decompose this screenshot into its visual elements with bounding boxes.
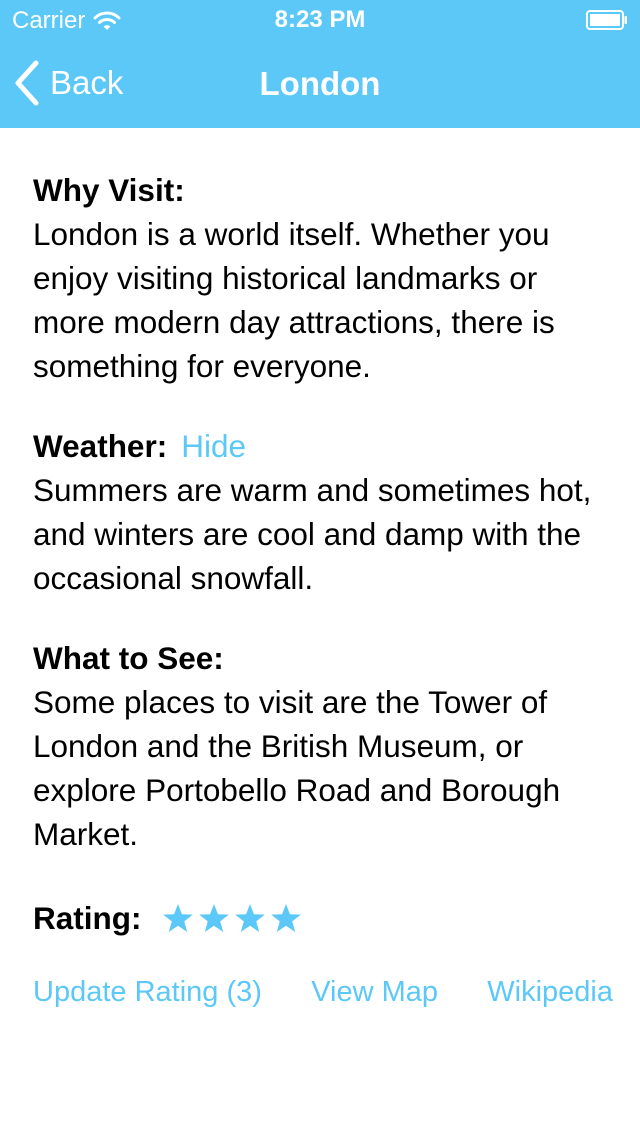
star-icon [163,904,194,932]
rating-label: Rating: [33,900,142,936]
what-to-see-section: What to See: Some places to visit are th… [33,636,613,856]
status-bar: Carrier 8:23 PM [0,0,640,40]
update-rating-button[interactable]: Update Rating (3) [33,976,262,1009]
why-visit-text: London is a world itself. Whether you en… [33,216,555,384]
star-icon [235,904,266,932]
battery-icon [586,10,627,30]
hide-weather-button[interactable]: Hide [181,428,246,464]
wikipedia-button[interactable]: Wikipedia [487,976,613,1009]
view-map-button[interactable]: View Map [311,976,438,1009]
rating-stars [161,901,303,935]
actions-row: Update Rating (3) View Map Wikipedia [33,976,613,1009]
what-to-see-text: Some places to visit are the Tower of Lo… [33,684,561,852]
what-to-see-label: What to See: [33,640,224,676]
navigation-bar: Back London [0,40,640,128]
header: Carrier 8:23 PM Back London [0,0,640,128]
star-icon [199,904,230,932]
status-time: 8:23 PM [274,6,366,33]
star-icon [271,904,302,932]
weather-section: Weather: Hide Summers are warm and someti… [33,424,613,600]
content: Why Visit: London is a world itself. Whe… [33,168,613,940]
why-visit-label: Why Visit: [33,172,185,208]
page-title: London [259,65,381,102]
rating-row: Rating: [33,896,613,940]
weather-label: Weather: [33,428,168,464]
weather-text: Summers are warm and sometimes hot, and … [33,472,592,596]
why-visit-section: Why Visit: London is a world itself. Whe… [33,168,613,388]
